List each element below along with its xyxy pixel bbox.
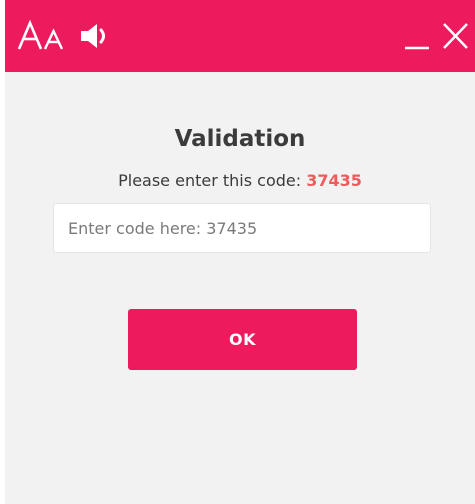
dialog-title: Validation (174, 126, 306, 152)
instruction-prefix: Please enter this code: (118, 171, 307, 190)
speaker-button[interactable] (75, 0, 117, 72)
code-input[interactable] (53, 203, 431, 253)
dialog-content: Validation Please enter this code: 37435… (5, 72, 475, 504)
validation-window: Validation Please enter this code: 37435… (5, 0, 475, 504)
close-icon (443, 23, 468, 49)
font-size-icon (17, 19, 64, 50)
speaker-icon (81, 24, 105, 48)
close-button[interactable] (437, 0, 473, 72)
font-size-button[interactable] (15, 0, 73, 72)
minimize-button[interactable] (399, 0, 435, 72)
ok-button[interactable]: OK (128, 309, 357, 370)
minimize-icon (405, 46, 429, 50)
title-bar (5, 0, 475, 72)
instruction-text: Please enter this code: 37435 (5, 170, 475, 192)
validation-code: 37435 (306, 171, 362, 190)
